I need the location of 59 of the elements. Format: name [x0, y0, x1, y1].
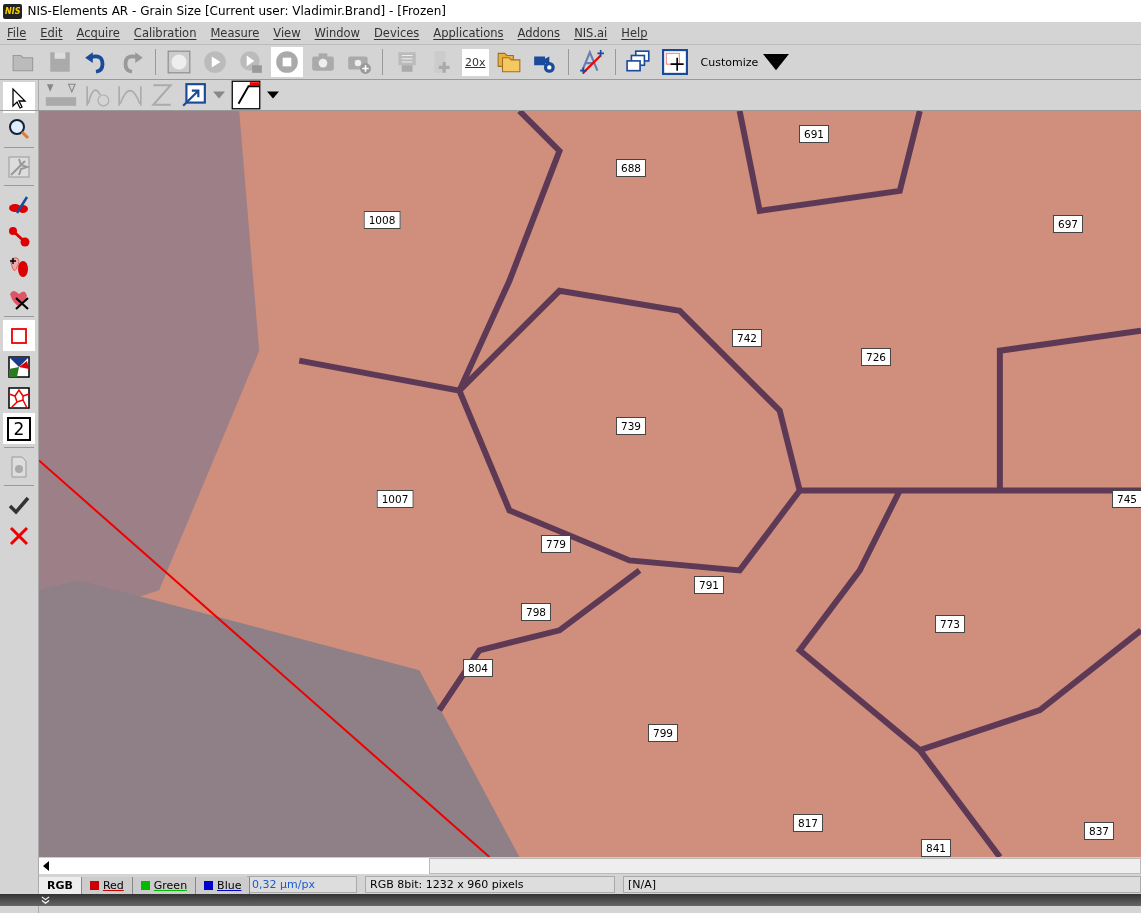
objective-button[interactable]: 20x — [462, 48, 489, 76]
grain-label: 798 — [521, 603, 551, 621]
grain-label: 817 — [793, 814, 823, 832]
menu-item[interactable]: File — [0, 26, 34, 40]
menu-item[interactable]: Applications — [426, 26, 511, 40]
number-tool[interactable]: 2 — [7, 416, 31, 441]
grain-label: 745 — [1112, 490, 1141, 508]
value-field: [N/A] — [623, 875, 1141, 893]
network-icon[interactable] — [7, 385, 31, 410]
grain-label: 799 — [648, 724, 678, 742]
grain-label: 739 — [616, 417, 646, 435]
line-style-icon[interactable] — [231, 80, 261, 110]
window-title: NIS-Elements AR - Grain Size [Current user: Vladimir.Brand] - [Frozen] — [27, 4, 446, 18]
text-annotation-icon[interactable] — [578, 49, 605, 75]
blob-plus-icon[interactable] — [7, 254, 31, 279]
live-icon[interactable] — [166, 49, 192, 75]
gradient-icon[interactable] — [43, 82, 79, 108]
channel-tab[interactable]: RGB — [39, 876, 82, 894]
image-format-field: RGB 8bit: 1232 x 960 pixels — [365, 875, 615, 893]
menu-item[interactable]: Window — [307, 26, 367, 40]
scroll-left-icon[interactable] — [43, 861, 49, 871]
caret-icon[interactable] — [267, 91, 279, 99]
channel-tab[interactable]: Red — [81, 876, 133, 894]
grain-label: 773 — [935, 615, 965, 633]
menu-item[interactable]: Edit — [33, 26, 70, 40]
menu-item[interactable]: Acquire — [69, 26, 127, 40]
move-frame-icon[interactable] — [661, 49, 688, 75]
menu-item[interactable]: Measure — [203, 26, 267, 40]
grain-label: 742 — [732, 329, 762, 347]
grain-label: 804 — [463, 659, 493, 677]
grain-label: 1007 — [376, 490, 414, 508]
stop-icon[interactable] — [274, 49, 300, 75]
app-logo: NIS — [3, 3, 23, 19]
grain-label: 779 — [541, 535, 571, 553]
menu-item[interactable]: Calibration — [126, 26, 204, 40]
menu-item[interactable]: Devices — [366, 26, 427, 40]
play-camera-icon[interactable] — [238, 49, 264, 75]
menu-item[interactable]: View — [266, 26, 308, 40]
menu-item[interactable]: Addons — [510, 26, 568, 40]
triangles-icon[interactable] — [7, 354, 31, 379]
channel-tab[interactable]: Green — [132, 876, 197, 894]
grain-label: 691 — [799, 125, 829, 143]
expand-icon[interactable] — [41, 895, 50, 905]
grain-label: 1008 — [363, 211, 401, 229]
grain-label: 841 — [921, 839, 951, 857]
scrollbar-thumb[interactable] — [429, 858, 1141, 874]
grain-label: 791 — [694, 576, 724, 594]
play-icon[interactable] — [202, 49, 228, 75]
grain-label: 697 — [1053, 215, 1083, 233]
grain-label: 688 — [616, 159, 646, 177]
grain-label: 726 — [861, 348, 891, 366]
menu-item[interactable]: Help — [614, 26, 655, 40]
arrow-frame-icon[interactable] — [181, 82, 207, 108]
customize-button[interactable]: Customize — [694, 49, 796, 75]
calibration-field: 0,32 µm/px — [247, 875, 357, 893]
menu-item[interactable]: NIS.ai — [567, 26, 615, 40]
channel-tab[interactable]: Blue — [196, 876, 251, 894]
search-icon[interactable] — [7, 116, 31, 141]
grain-label: 837 — [1084, 822, 1114, 840]
